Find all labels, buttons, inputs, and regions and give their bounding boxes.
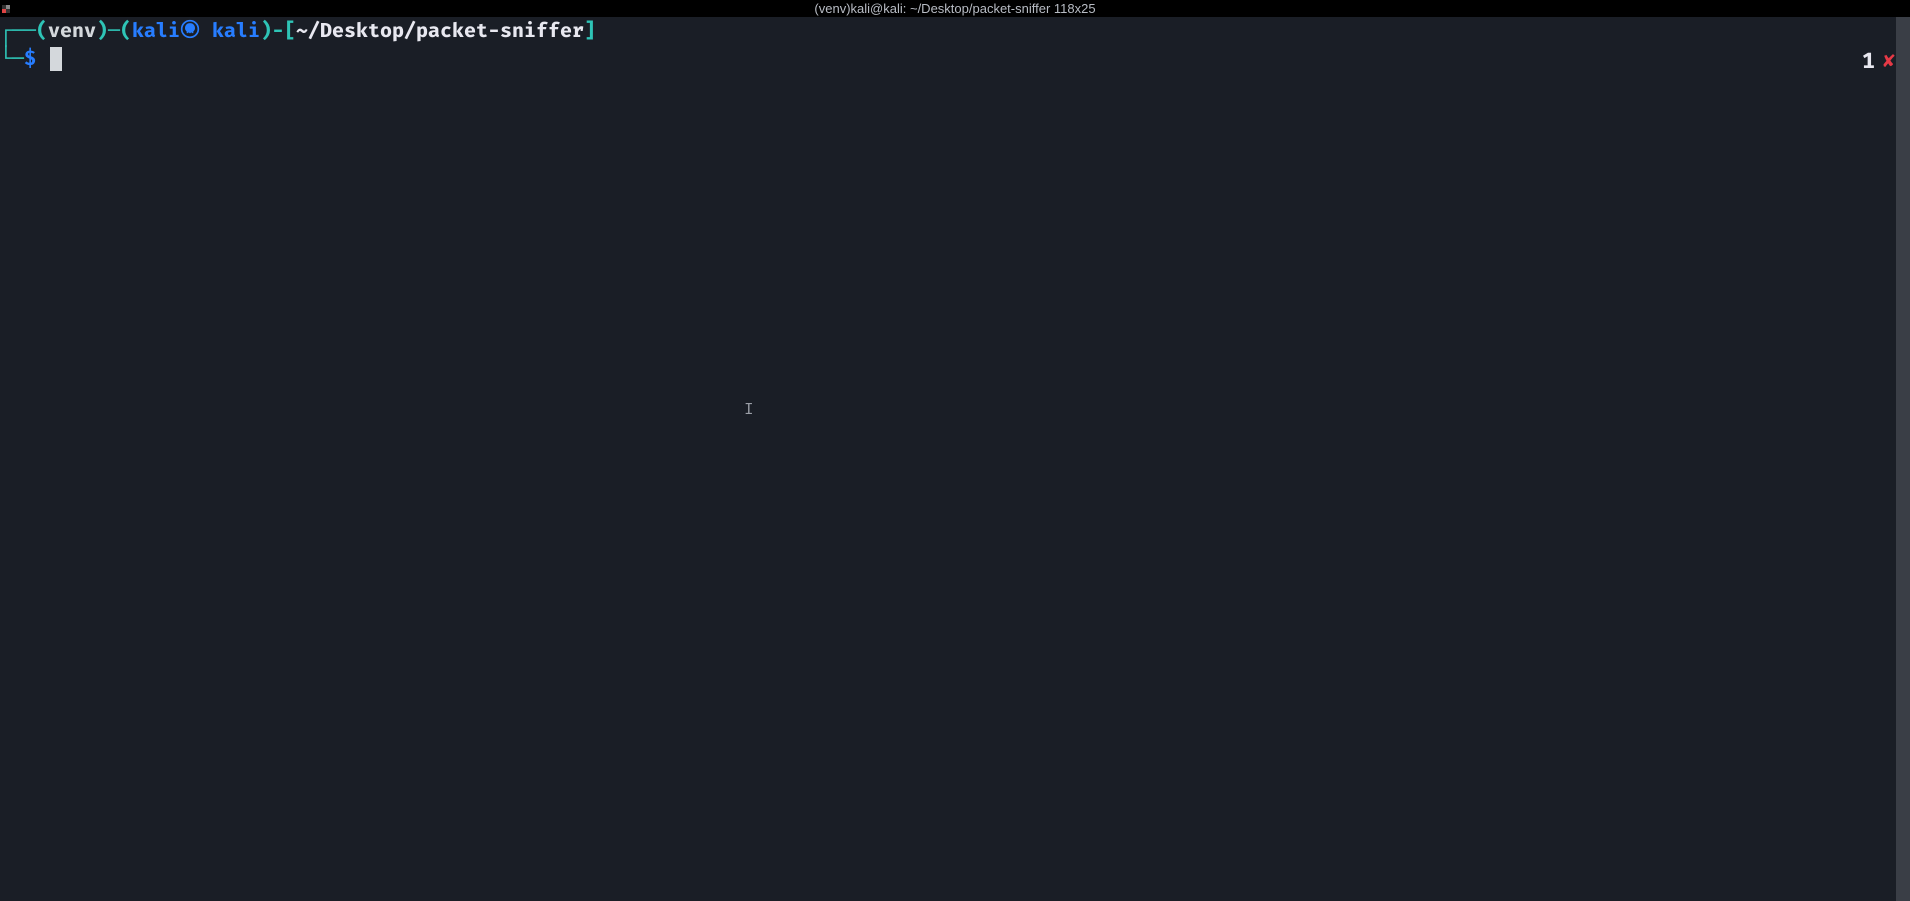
bracket-close: ] bbox=[584, 17, 596, 45]
window-icon bbox=[2, 5, 10, 13]
prompt-line-1: ┌──(venv)─(kali kali)-[~/Desktop/packet-… bbox=[0, 17, 1910, 45]
prompt-line-2: └─$ bbox=[0, 45, 1910, 73]
dash-2: - bbox=[272, 17, 284, 45]
window-titlebar: (venv)kali@kali: ~/Desktop/packet-sniffe… bbox=[0, 0, 1910, 17]
current-path: ~/Desktop/packet-sniffer bbox=[296, 17, 584, 45]
prompt-symbol: $ bbox=[24, 45, 36, 73]
terminal-viewport[interactable]: ┌──(venv)─(kali kali)-[~/Desktop/packet-… bbox=[0, 17, 1910, 901]
scrollbar-thumb[interactable] bbox=[1896, 17, 1910, 901]
paren-close-2: ) bbox=[260, 17, 272, 45]
text-cursor-icon: I bbox=[744, 400, 754, 419]
dash-1: ─ bbox=[108, 17, 120, 45]
box-drawing-bl: └─ bbox=[0, 45, 24, 73]
scrollbar-vertical[interactable] bbox=[1896, 17, 1910, 901]
paren-close: ) bbox=[96, 17, 108, 45]
error-x-icon: ✘ bbox=[1883, 48, 1895, 73]
paren-open-2: ( bbox=[120, 17, 132, 45]
skull-icon bbox=[180, 19, 200, 39]
venv-name: venv bbox=[48, 17, 96, 45]
paren-open: ( bbox=[36, 17, 48, 45]
terminal-cursor bbox=[50, 47, 62, 71]
bracket-open: [ bbox=[284, 17, 296, 45]
hostname: kali bbox=[212, 17, 260, 45]
exit-code: 1 bbox=[1862, 47, 1875, 74]
status-indicator: 1 ✘ bbox=[1862, 47, 1895, 74]
box-drawing-tl: ┌── bbox=[0, 17, 36, 45]
window-title: (venv)kali@kali: ~/Desktop/packet-sniffe… bbox=[814, 1, 1095, 16]
username: kali bbox=[132, 17, 180, 45]
